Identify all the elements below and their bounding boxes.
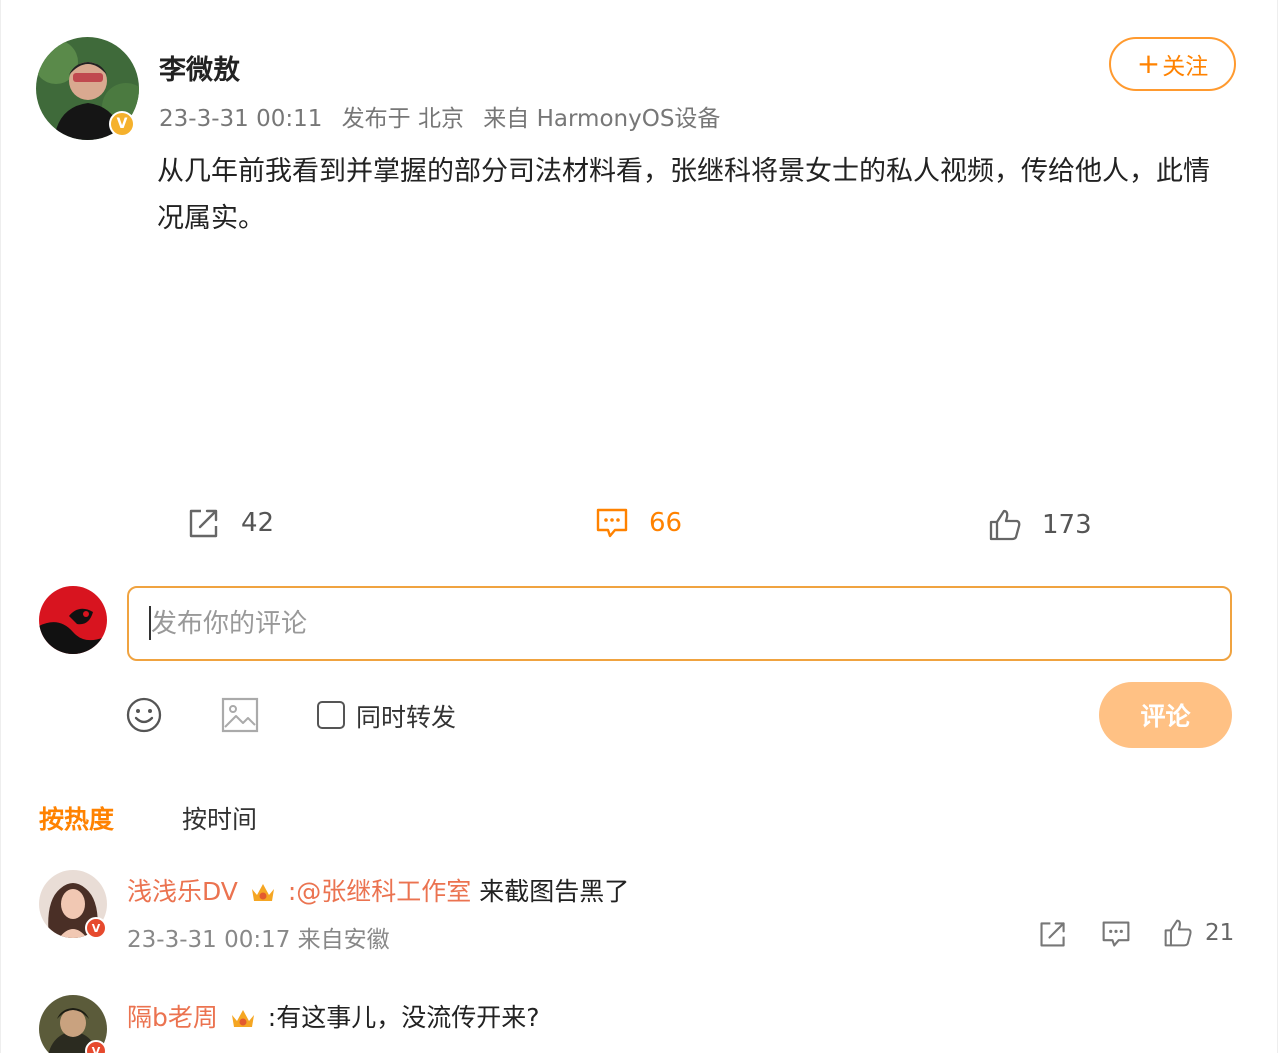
thumbs-up-icon <box>989 509 1021 541</box>
comment-count-button[interactable]: 66 <box>595 506 682 540</box>
commenter-name[interactable]: 隔b老周 <box>127 1003 218 1032</box>
follow-label: 关注 <box>1162 54 1209 80</box>
like-count: 173 <box>1042 510 1092 540</box>
comment-count: 66 <box>649 508 683 538</box>
follow-button[interactable]: + 关注 <box>1109 37 1236 91</box>
repost-checkbox[interactable] <box>317 701 345 729</box>
commenter-name[interactable]: 浅浅乐DV <box>127 877 238 906</box>
plus-icon: + <box>1136 47 1161 80</box>
text-caret <box>149 606 151 640</box>
crown-icon <box>231 1010 254 1027</box>
thumbs-up-icon <box>1164 919 1192 947</box>
commenter-verified-badge: V <box>85 917 107 939</box>
repost-checkbox-label[interactable]: 同时转发 <box>356 698 456 734</box>
current-user-avatar[interactable] <box>39 586 107 654</box>
emoji-button[interactable] <box>125 696 163 738</box>
post-source: 来自 HarmonyOS设备 <box>483 106 721 132</box>
submit-comment-button[interactable]: 评论 <box>1099 682 1232 748</box>
comment-icon <box>596 508 628 538</box>
post-content: 从几年前我看到并掌握的部分司法材料看，张继科将景女士的私人视频，传给他人，此情况… <box>157 156 1210 234</box>
comment-meta: 23-3-31 00:17 来自安徽 <box>127 927 390 953</box>
crown-icon <box>251 884 274 901</box>
comment-mention-link[interactable]: :@张继科工作室 <box>288 877 471 906</box>
author-name[interactable]: 李微敖 <box>159 48 240 87</box>
comment-body: 浅浅乐DV :@张继科工作室 来截图告黑了 <box>127 872 629 908</box>
post-date[interactable]: 23-3-31 00:11 <box>159 106 322 132</box>
comment-like-button[interactable]: 21 <box>1163 918 1234 948</box>
comment-input-box[interactable] <box>127 586 1232 661</box>
repost-count: 42 <box>241 508 275 538</box>
post-meta: 23-3-31 00:11 发布于 北京 来自 HarmonyOS设备 <box>159 99 732 133</box>
repost-icon <box>1040 922 1065 947</box>
comment-text: :有这事儿，没流传开来? <box>267 1003 540 1032</box>
like-button[interactable]: 173 <box>988 508 1092 542</box>
comment-input[interactable] <box>129 588 1230 659</box>
image-upload-button[interactable] <box>221 697 259 737</box>
comment-repost-button[interactable] <box>1038 919 1068 949</box>
comment-like-count: 21 <box>1205 920 1235 946</box>
weibo-post-page: V 李微敖 23-3-31 00:11 发布于 北京 来自 HarmonyOS设… <box>0 0 1278 1053</box>
image-icon <box>221 697 259 733</box>
repost-icon <box>189 509 218 538</box>
repost-button[interactable]: 42 <box>187 506 274 540</box>
verified-badge: V <box>109 111 135 137</box>
comment-text: 来截图告黑了 <box>479 877 630 906</box>
sort-by-time-tab[interactable]: 按时间 <box>182 800 257 836</box>
post-location: 发布于 北京 <box>341 106 464 132</box>
comment-reply-button[interactable] <box>1101 919 1131 949</box>
comment-body: 隔b老周 :有这事儿，没流传开来? <box>127 998 539 1034</box>
sort-by-hot-tab[interactable]: 按热度 <box>39 800 114 836</box>
smile-icon <box>126 697 162 733</box>
comment-icon <box>1102 921 1130 947</box>
